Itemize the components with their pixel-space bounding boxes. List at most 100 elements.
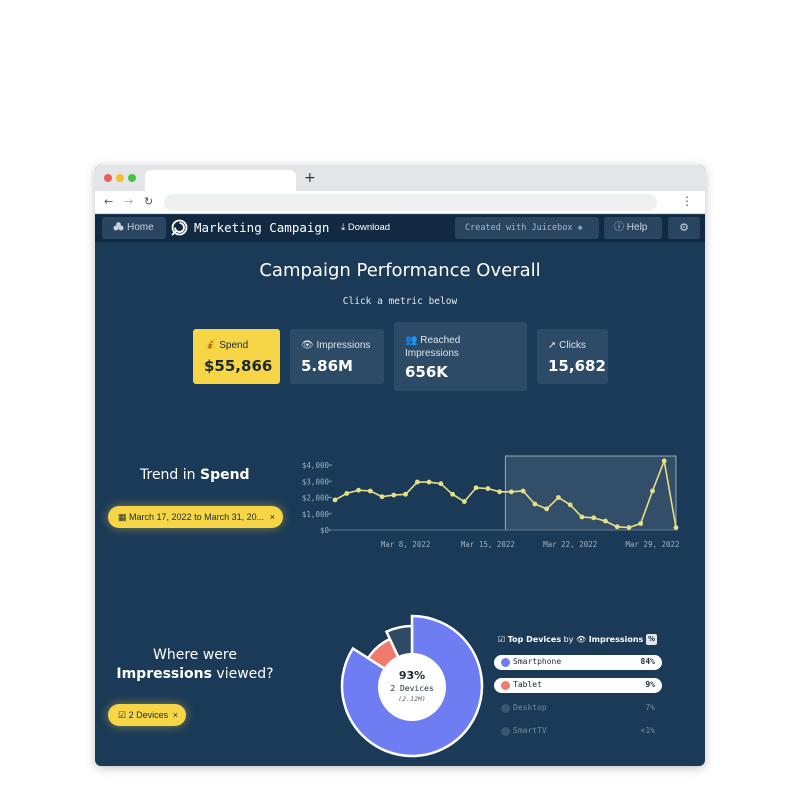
spend-data-point <box>344 491 350 496</box>
browser-tab[interactable] <box>145 170 296 191</box>
app-header: Home Marketing Campaign ⤓ Download Creat… <box>95 215 705 242</box>
help-button[interactable]: ⓘ Help <box>604 217 662 239</box>
metric-card-clicks[interactable]: ➚ Clicks 15,682 <box>537 329 608 384</box>
new-tab-button[interactable]: + <box>304 170 316 186</box>
spend-data-point <box>461 499 467 504</box>
forward-icon[interactable]: → <box>124 195 133 208</box>
maximize-window-button[interactable] <box>128 174 136 182</box>
spend-data-point <box>426 479 432 485</box>
spend-data-point <box>414 479 420 485</box>
metric-label: Clicks <box>559 340 586 351</box>
swatch <box>501 727 510 736</box>
device-name: Smartphone <box>513 657 562 666</box>
metric-value: 15,682 <box>548 357 606 375</box>
spend-data-point <box>532 501 538 507</box>
device-row-tablet[interactable]: Tablet 9% <box>494 678 662 693</box>
top-devices-label: Top Devices <box>507 635 562 644</box>
trend-title-metric: Spend <box>199 467 250 483</box>
metric-name: Impressions <box>588 635 644 644</box>
browser-tabbar: + <box>95 165 705 191</box>
trend-title-prefix: Trend in <box>140 467 200 483</box>
percent-toggle-button[interactable]: % <box>646 634 657 645</box>
spend-data-point <box>497 489 503 495</box>
spend-data-point <box>403 491 408 497</box>
spend-data-point <box>332 497 338 503</box>
back-icon[interactable]: ← <box>104 195 113 208</box>
y-tick-label: $3,000 <box>302 477 330 486</box>
device-row-smarttv[interactable]: SmartTV <1% <box>494 724 662 739</box>
reload-icon[interactable]: ↻ <box>144 195 153 208</box>
browser-menu-icon[interactable]: ⋮ <box>681 194 693 208</box>
spend-data-point <box>626 525 632 530</box>
device-row-smartphone[interactable]: Smartphone 84% <box>494 655 662 670</box>
donut-center: 93% 2 Devices (2.12M) <box>378 653 446 721</box>
device-percent: 9% <box>645 680 655 689</box>
x-tick-label: Mar 8, 2022 <box>381 540 431 549</box>
y-tick-label: $2,000 <box>302 494 330 503</box>
swatch <box>501 658 510 667</box>
page-title: Campaign Performance Overall <box>259 260 541 281</box>
spend-data-point <box>638 521 644 526</box>
devices-filter-label: 2 Devices <box>128 710 169 720</box>
y-tick-label: $4,000 <box>302 461 330 470</box>
x-tick-label: Mar 15, 2022 <box>461 540 515 549</box>
donut-center-count: 2 Devices <box>390 684 434 693</box>
device-percent: 7% <box>645 703 655 712</box>
cursor-icon: ➚ <box>548 340 557 351</box>
y-tick-label: $0 <box>320 526 330 535</box>
spend-data-point <box>591 515 597 521</box>
metric-label: Spend <box>219 340 249 351</box>
calendar-icon: ▦ <box>118 512 127 522</box>
metric-label: Impressions <box>316 340 371 351</box>
help-label: Help <box>626 222 648 233</box>
eye-icon: 👁 <box>575 635 587 644</box>
url-input[interactable] <box>164 194 657 211</box>
metric-value: 656K <box>405 363 448 381</box>
eye-icon: 👁 <box>301 340 314 351</box>
devices-filter-chip[interactable]: ☑ 2 Devices × <box>108 704 186 726</box>
date-range-filter-chip[interactable]: ▦ March 17, 2022 to March 31, 20... × <box>108 506 283 528</box>
donut-center-percent: 93% <box>398 669 426 682</box>
settings-button[interactable]: ⚙ <box>668 217 700 239</box>
created-with-juicebox-button[interactable]: Created with Juicebox ◈ <box>455 217 599 239</box>
devices-title: Where were Impressions viewed? <box>105 646 285 684</box>
spend-data-point <box>391 492 397 498</box>
checkbox-icon[interactable]: ☑ <box>498 635 505 644</box>
metric-value: $55,866 <box>204 357 273 375</box>
spend-data-point <box>544 506 550 512</box>
date-range-label: March 17, 2022 to March 31, 20... <box>129 512 265 522</box>
spend-data-point <box>556 495 561 500</box>
home-icon <box>113 222 124 231</box>
download-icon: ⤓ <box>341 222 348 233</box>
spend-data-point <box>603 518 608 524</box>
metric-card-impressions[interactable]: 👁 Impressions 5.86M <box>290 329 384 384</box>
y-tick-label: $1,000 <box>302 510 330 519</box>
download-button[interactable]: ⤓ Download <box>341 222 390 233</box>
money-bag-icon: 💰 <box>204 340 217 351</box>
home-button[interactable]: Home <box>102 217 166 239</box>
by-label: by <box>563 635 574 644</box>
device-name: Desktop <box>513 703 547 712</box>
minimize-window-button[interactable] <box>116 174 124 182</box>
spend-data-point <box>356 487 361 493</box>
device-percent: <1% <box>640 726 655 735</box>
metric-card-spend[interactable]: 💰 Spend $55,866 <box>193 329 280 384</box>
spend-data-point <box>673 525 679 530</box>
device-name: Tablet <box>513 680 542 689</box>
metric-value: 5.86M <box>301 357 353 375</box>
spend-trend-chart[interactable]: $0 $1,000 $2,000 $3,000 $4,000 Mar 8, 2022 Mar… <box>295 455 690 555</box>
spend-data-point <box>485 486 491 491</box>
spend-data-point <box>450 491 455 497</box>
remove-filter-icon[interactable]: × <box>270 506 275 528</box>
spend-data-point <box>520 488 526 494</box>
remove-filter-icon[interactable]: × <box>173 704 178 726</box>
page-subtitle: Click a metric below <box>342 296 458 307</box>
donut-center-total: (2.12M) <box>398 695 426 703</box>
device-row-desktop[interactable]: Desktop 7% <box>494 701 662 716</box>
created-label: Created with Juicebox <box>465 223 573 233</box>
spend-data-point <box>579 514 585 520</box>
spend-data-point <box>650 488 655 494</box>
juicebox-logo-icon <box>171 219 188 236</box>
metric-card-reached-impressions[interactable]: 👥 Reached Impressions 656K <box>394 322 527 391</box>
close-window-button[interactable] <box>104 174 112 182</box>
